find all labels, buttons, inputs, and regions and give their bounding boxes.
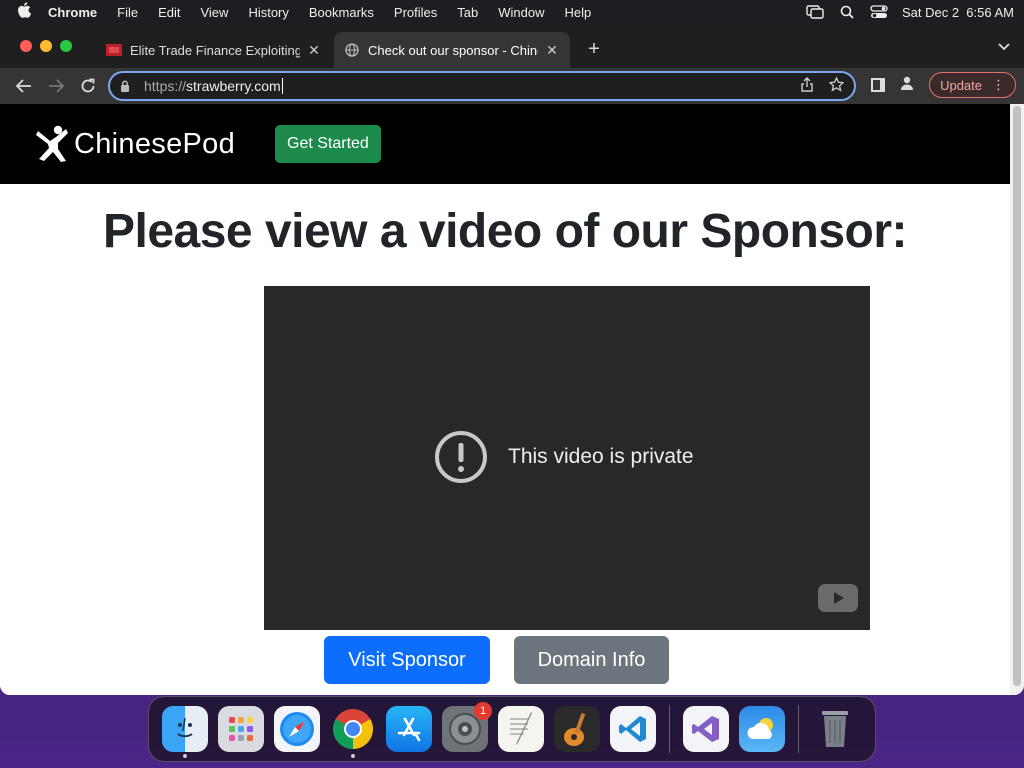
visual-studio-icon[interactable] <box>683 706 729 752</box>
get-started-button[interactable]: Get Started <box>275 125 381 163</box>
tab-title: Check out our sponsor - Chine <box>368 42 538 58</box>
web-page: ChinesePod Get Started Please view a vid… <box>0 104 1010 695</box>
menu-app-name[interactable]: Chrome <box>38 5 107 20</box>
back-arrow-icon[interactable] <box>8 72 40 100</box>
globe-icon <box>344 43 360 57</box>
video-message-text: This video is private <box>508 445 694 468</box>
menubar-clock[interactable]: Sat Dec 2 6:56 AM <box>902 5 1014 20</box>
screen-mirroring-icon[interactable] <box>806 5 824 19</box>
bookmark-star-icon[interactable] <box>828 76 845 95</box>
scrollbar-thumb[interactable] <box>1013 106 1021 686</box>
update-label: Update <box>940 77 982 93</box>
macos-menu-bar: Chrome File Edit View History Bookmarks … <box>0 0 1024 24</box>
dock-separator <box>798 705 799 753</box>
tab-close-icon[interactable]: ✕ <box>544 42 560 59</box>
tab-title: Elite Trade Finance Exploiting l <box>130 42 300 58</box>
menu-window[interactable]: Window <box>488 5 554 20</box>
chinesepod-figure-icon <box>36 125 68 162</box>
system-settings-icon[interactable]: 1 <box>442 702 492 752</box>
tab-check-out-sponsor[interactable]: Check out our sponsor - Chine ✕ <box>334 32 570 68</box>
apple-menu-icon[interactable] <box>10 2 38 22</box>
tab-close-icon[interactable]: ✕ <box>306 42 322 59</box>
tab-search-chevron-down-icon[interactable] <box>998 40 1010 54</box>
dock-separator <box>669 705 670 753</box>
app-store-icon[interactable] <box>386 706 432 752</box>
menu-history[interactable]: History <box>238 5 298 20</box>
youtube-logo-icon[interactable] <box>818 584 858 612</box>
menu-bookmarks[interactable]: Bookmarks <box>299 5 384 20</box>
zoom-window-button[interactable] <box>60 40 72 52</box>
weather-icon[interactable] <box>739 706 785 752</box>
share-icon[interactable] <box>801 77 813 95</box>
domain-info-button[interactable]: Domain Info <box>514 636 669 684</box>
page-headline: Please view a video of our Sponsor: <box>102 205 908 258</box>
textedit-icon[interactable] <box>498 706 544 752</box>
tab-strip: Elite Trade Finance Exploiting l ✕ Check… <box>0 24 1024 68</box>
menu-help[interactable]: Help <box>555 5 602 20</box>
address-bar[interactable]: https://strawberry.com <box>108 71 856 101</box>
reload-icon[interactable] <box>72 72 104 100</box>
window-controls <box>20 40 72 52</box>
text-caret <box>281 78 283 94</box>
notification-badge: 1 <box>474 702 492 720</box>
macos-dock: 1 <box>148 696 876 762</box>
safari-icon[interactable] <box>274 706 320 752</box>
trash-icon[interactable] <box>812 706 858 752</box>
video-private-message: This video is private <box>434 430 694 484</box>
browser-toolbar: https://strawberry.com Update ⋮ <box>0 68 1024 104</box>
menu-profiles[interactable]: Profiles <box>384 5 447 20</box>
url-host: strawberry.com <box>186 78 281 94</box>
tab-favicon-icon <box>106 43 122 57</box>
profile-avatar-icon[interactable] <box>899 75 915 96</box>
spotlight-search-icon[interactable] <box>838 5 856 19</box>
browser-window: Elite Trade Finance Exploiting l ✕ Check… <box>0 24 1024 695</box>
visit-sponsor-button[interactable]: Visit Sponsor <box>324 636 490 684</box>
exclamation-circle-icon <box>435 431 487 483</box>
side-panel-icon[interactable] <box>871 78 886 92</box>
finder-icon[interactable] <box>162 706 208 758</box>
menu-file[interactable]: File <box>107 5 148 20</box>
close-window-button[interactable] <box>20 40 32 52</box>
action-buttons: Visit Sponsor Domain Info <box>324 636 669 684</box>
minimize-window-button[interactable] <box>40 40 52 52</box>
garageband-icon[interactable] <box>554 706 600 752</box>
site-navbar: ChinesePod Get Started <box>0 104 1010 184</box>
vscode-icon[interactable] <box>610 706 656 752</box>
youtube-video-embed[interactable]: This video is private <box>264 286 870 630</box>
logo-text: ChinesePod <box>74 127 235 160</box>
menu-tab[interactable]: Tab <box>447 5 488 20</box>
more-menu-vertical-dots-icon[interactable]: ⋮ <box>992 77 1005 93</box>
new-tab-plus-icon[interactable]: + <box>584 38 604 61</box>
chrome-icon[interactable] <box>330 706 376 758</box>
launchpad-icon[interactable] <box>218 706 264 752</box>
update-chrome-button[interactable]: Update ⋮ <box>929 72 1016 98</box>
url-scheme: https:// <box>144 78 187 94</box>
chinesepod-logo[interactable]: ChinesePod <box>36 125 235 163</box>
page-scrollbar[interactable] <box>1010 104 1024 695</box>
forward-arrow-icon[interactable] <box>40 72 72 100</box>
menu-view[interactable]: View <box>190 5 238 20</box>
lock-icon[interactable] <box>120 80 136 93</box>
menu-edit[interactable]: Edit <box>148 5 190 20</box>
tab-elite-trade-finance[interactable]: Elite Trade Finance Exploiting l ✕ <box>96 32 332 68</box>
control-center-icon[interactable] <box>870 5 888 19</box>
